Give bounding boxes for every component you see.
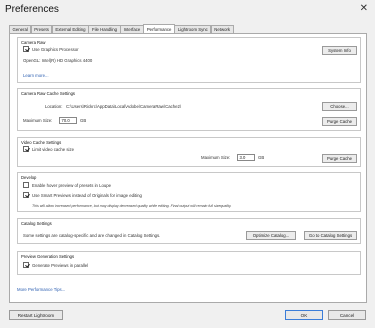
- tab-external-editing[interactable]: External Editing: [51, 25, 89, 33]
- more-performance-tips-link[interactable]: More Performance Tips...: [17, 287, 65, 292]
- window-title: Preferences: [5, 4, 59, 15]
- use-gpu-checkbox[interactable]: [23, 46, 29, 52]
- camera-raw-group: Camera Raw Use Graphics Processor System…: [17, 37, 361, 83]
- tab-performance[interactable]: Performance: [143, 24, 175, 33]
- catalog-group: Catalog Settings Some settings are catal…: [17, 218, 361, 244]
- video-purge-cache-button[interactable]: Purge Cache: [322, 154, 357, 163]
- video-cache-group: Video Cache Settings Limit video cache s…: [17, 137, 361, 167]
- preview-generation-group: Preview Generation Settings Generate Pre…: [17, 251, 361, 275]
- close-icon[interactable]: ✕: [360, 3, 368, 14]
- preview-generation-title: Preview Generation Settings: [21, 253, 75, 259]
- video-cache-title: Video Cache Settings: [21, 139, 62, 145]
- catalog-title: Catalog Settings: [21, 220, 52, 226]
- purge-cache-button[interactable]: Purge Cache: [322, 117, 357, 126]
- smart-previews-checkbox[interactable]: [23, 192, 29, 198]
- choose-button[interactable]: Choose...: [322, 102, 357, 111]
- limit-video-cache-label: Limit video cache size: [32, 147, 75, 152]
- cache-title: Camera Raw Cache Settings: [21, 90, 75, 96]
- parallel-previews-checkbox[interactable]: [23, 262, 29, 268]
- tab-file-handling[interactable]: File Handling: [88, 25, 121, 33]
- smart-previews-note: This will allow increased performance, b…: [32, 204, 232, 208]
- learn-more-link[interactable]: Learn more...: [23, 73, 49, 78]
- tab-presets[interactable]: Presets: [30, 25, 53, 33]
- parallel-previews-label: Generate Previews in parallel: [32, 263, 89, 268]
- video-max-size-input[interactable]: 3.0: [237, 154, 255, 161]
- optimize-catalog-button[interactable]: Optimize Catalog...: [246, 231, 296, 240]
- cache-max-size-input[interactable]: 70.0: [59, 117, 77, 124]
- use-gpu-label: Use Graphics Processor: [32, 47, 79, 52]
- smart-previews-label: Use Smart Previews instead of Originals …: [32, 193, 142, 198]
- limit-video-cache-checkbox[interactable]: [23, 146, 29, 152]
- hover-preview-label: Enable hover preview of presets in Loupe: [32, 183, 112, 188]
- opengl-info: OpenGL: Intel(R) HD Graphics 4400: [23, 58, 93, 63]
- cancel-button[interactable]: Cancel: [328, 310, 366, 320]
- develop-title: Develop: [21, 174, 37, 180]
- cache-size-unit: GB: [80, 118, 87, 123]
- catalog-text: Some settings are catalog-specific and a…: [23, 233, 161, 238]
- tab-lightroom-sync[interactable]: Lightroom Sync: [174, 25, 212, 33]
- performance-panel: Camera Raw Use Graphics Processor System…: [9, 33, 367, 303]
- tab-bar: General Presets External Editing File Ha…: [9, 24, 234, 33]
- tab-network[interactable]: Network: [210, 25, 234, 33]
- camera-raw-cache-group: Camera Raw Cache Settings Location: C:\U…: [17, 88, 361, 131]
- location-label: Location:: [45, 104, 63, 109]
- location-path: C:\Users\Rickrc\AppData\Local\Adobe\Came…: [66, 104, 182, 109]
- develop-group: Develop Enable hover preview of presets …: [17, 172, 361, 212]
- camera-raw-title: Camera Raw: [21, 39, 46, 45]
- tab-general[interactable]: General: [9, 25, 32, 33]
- tab-interface[interactable]: Interface: [120, 25, 144, 33]
- hover-preview-checkbox[interactable]: [23, 182, 29, 188]
- video-max-size-label: Maximum Size:: [201, 155, 231, 160]
- preferences-window: Preferences ✕ General Presets External E…: [0, 0, 375, 328]
- system-info-button[interactable]: System Info: [322, 46, 357, 55]
- cache-max-size-label: Maximum Size:: [23, 118, 53, 123]
- ok-button[interactable]: OK: [285, 310, 323, 320]
- restart-lightroom-button[interactable]: Restart Lightroom: [9, 310, 63, 320]
- go-to-catalog-settings-button[interactable]: Go to Catalog Settings: [304, 231, 357, 240]
- video-size-unit: GB: [258, 155, 265, 160]
